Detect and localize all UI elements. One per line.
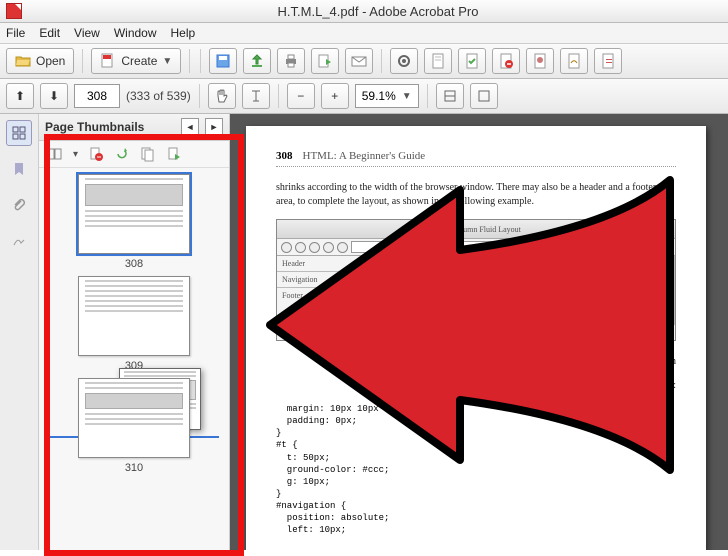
print-button[interactable]: [277, 48, 305, 74]
thumb-delete-icon[interactable]: [88, 146, 104, 162]
signatures-tab[interactable]: [6, 228, 32, 254]
thumb-replace-icon[interactable]: [166, 146, 182, 162]
thumb-list[interactable]: 308 309 310: [39, 168, 229, 550]
hand-tool-button[interactable]: [208, 83, 236, 109]
save-button[interactable]: [209, 48, 237, 74]
chevron-down-icon: ▾: [73, 149, 78, 160]
page-up-button[interactable]: ⬆: [6, 83, 34, 109]
arrow-down-icon: ⬇: [49, 89, 59, 103]
tool-5-button[interactable]: [526, 48, 554, 74]
email-button[interactable]: [345, 48, 373, 74]
print-icon: [283, 53, 299, 69]
thumb-prev-button[interactable]: ◄: [181, 118, 199, 136]
thumbnails-title: Page Thumbnails: [45, 120, 144, 134]
fit-width-button[interactable]: [436, 83, 464, 109]
open-button[interactable]: Open: [6, 48, 74, 74]
page-text-icon: [430, 53, 446, 69]
page-number: 308: [276, 150, 293, 162]
gear-icon: [396, 53, 412, 69]
minus-icon: −: [297, 89, 304, 103]
thumb-label: 310: [125, 462, 143, 474]
share-button[interactable]: [243, 48, 271, 74]
select-tool-button[interactable]: [242, 83, 270, 109]
tool-4-button[interactable]: [492, 48, 520, 74]
thumbnails-tab[interactable]: [6, 120, 32, 146]
fit-page-icon: [476, 88, 492, 104]
thumb-extract-icon[interactable]: [140, 146, 156, 162]
left-rail: [0, 114, 39, 550]
tool-3-button[interactable]: [458, 48, 486, 74]
example-browser: Multi-Column Fluid Layout Header Navigat…: [276, 219, 676, 341]
pdf-page: 308 HTML: A Beginner's Guide shrinks acco…: [246, 126, 706, 550]
tool-6-button[interactable]: [560, 48, 588, 74]
thumb-options-icon[interactable]: [47, 146, 63, 162]
book-title: HTML: A Beginner's Guide: [303, 150, 426, 162]
upload-icon: [249, 53, 265, 69]
create-button[interactable]: Create ▼: [91, 48, 181, 74]
page-arrow-icon: [317, 53, 333, 69]
para-2: ...int to help you build the basic page …: [276, 355, 676, 369]
create-pdf-icon: [100, 53, 116, 69]
zoom-value: 59.1%: [362, 89, 396, 103]
fit-width-icon: [442, 88, 458, 104]
convert-button[interactable]: [311, 48, 339, 74]
menu-window[interactable]: Window: [114, 26, 157, 40]
para-1: shrinks according to the width of the br…: [276, 181, 676, 209]
settings-button[interactable]: [390, 48, 418, 74]
code-block: margin: 10px 10px 0px 10px; padding: 0px…: [276, 403, 676, 537]
text-select-icon: [248, 88, 264, 104]
folder-open-icon: [15, 53, 31, 69]
bookmarks-tab[interactable]: [6, 156, 32, 182]
menu-view[interactable]: View: [74, 26, 100, 40]
page-total: (333 of 539): [126, 89, 191, 103]
document-area[interactable]: 308 HTML: A Beginner's Guide shrinks acco…: [230, 114, 728, 550]
fit-page-button[interactable]: [470, 83, 498, 109]
page-sign-icon: [566, 53, 582, 69]
envelope-icon: [351, 53, 367, 69]
thumb-309[interactable]: 309: [49, 276, 219, 372]
zoom-out-button[interactable]: −: [287, 83, 315, 109]
page-check-icon: [464, 53, 480, 69]
window-title: H.T.M.L_4.pdf - Adobe Acrobat Pro: [28, 4, 728, 19]
page-down-button[interactable]: ⬇: [40, 83, 68, 109]
create-label: Create: [121, 54, 157, 68]
toolbar-nav: ⬆ ⬇ (333 of 539) − + 59.1% ▼: [0, 79, 728, 114]
page-number-input[interactable]: [74, 84, 120, 108]
menu-bar: File Edit View Window Help: [0, 23, 728, 44]
attachments-tab[interactable]: [6, 192, 32, 218]
plus-icon: +: [331, 89, 338, 103]
thumb-toolbar: ▾: [39, 141, 229, 168]
tool-7-button[interactable]: [594, 48, 622, 74]
arrow-up-icon: ⬆: [15, 89, 25, 103]
page-tool-button[interactable]: [424, 48, 452, 74]
menu-edit[interactable]: Edit: [39, 26, 60, 40]
thumb-label: 308: [125, 258, 143, 270]
pdf-icon: [6, 3, 22, 19]
open-label: Open: [36, 54, 65, 68]
zoom-select[interactable]: 59.1% ▼: [355, 84, 419, 108]
thumb-rotate-icon[interactable]: [114, 146, 130, 162]
hand-icon: [214, 88, 230, 104]
chevron-down-icon: ▼: [162, 56, 172, 67]
zoom-in-button[interactable]: +: [321, 83, 349, 109]
chevron-down-icon: ▼: [402, 91, 412, 102]
save-icon: [215, 53, 231, 69]
menu-help[interactable]: Help: [171, 26, 196, 40]
thumbnails-panel: Page Thumbnails ◄ ► ▾ 308 309: [39, 114, 230, 550]
page-edit-icon: [600, 53, 616, 69]
thumb-next-button[interactable]: ►: [205, 118, 223, 136]
toolbar-primary: Open Create ▼: [0, 44, 728, 79]
browser-title: Multi-Column Fluid Layout: [431, 225, 521, 234]
page-delete-icon: [498, 53, 514, 69]
thumb-308[interactable]: 308: [49, 174, 219, 270]
menu-file[interactable]: File: [6, 26, 25, 40]
page-stamp-icon: [532, 53, 548, 69]
para-3: ...age layout, the following shows what …: [276, 379, 676, 393]
